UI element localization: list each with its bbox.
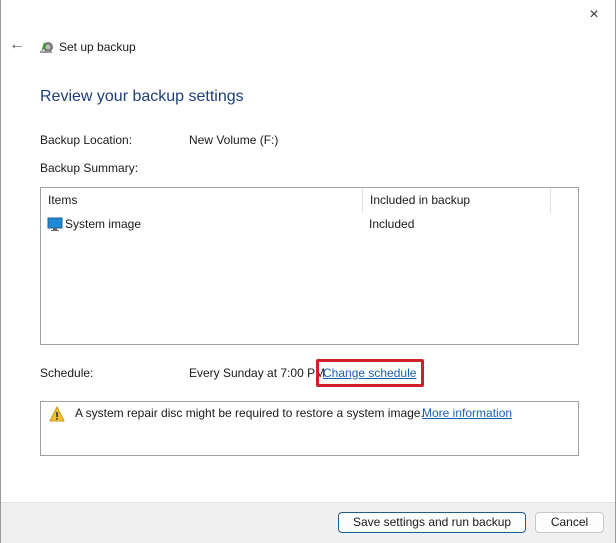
backup-summary-list[interactable]: Items Included in backup System image In… [40, 187, 579, 345]
backup-app-icon [40, 42, 53, 53]
backup-window: × ← Set up backup Review your backup set… [0, 0, 616, 543]
item-name: System image [65, 217, 142, 231]
warning-icon [49, 406, 65, 422]
item-included-status: Included [369, 217, 415, 231]
monitor-icon [47, 217, 63, 231]
page-title: Review your backup settings [40, 88, 244, 105]
save-and-run-button[interactable]: Save settings and run backup [338, 512, 526, 533]
schedule-label: Schedule: [40, 366, 94, 380]
cancel-button[interactable]: Cancel [535, 512, 604, 533]
schedule-value: Every Sunday at 7:00 PM [189, 366, 326, 380]
list-item[interactable]: System image [47, 216, 141, 232]
warning-text: A system repair disc might be required t… [75, 406, 424, 420]
column-header-items[interactable]: Items [41, 188, 363, 213]
footer-bar: Save settings and run backup Cancel [1, 502, 615, 543]
backup-location-value: New Volume (F:) [189, 133, 279, 147]
backup-summary-label: Backup Summary: [40, 161, 139, 175]
backup-location-label: Backup Location: [40, 133, 133, 147]
back-arrow-icon[interactable]: ← [9, 36, 25, 54]
column-header-included[interactable]: Included in backup [363, 188, 551, 213]
close-button[interactable]: × [579, 4, 609, 26]
warning-box: A system repair disc might be required t… [40, 401, 579, 456]
more-information-link[interactable]: More information [422, 406, 512, 420]
window-title: Set up backup [59, 40, 136, 54]
highlight-box [316, 359, 424, 387]
